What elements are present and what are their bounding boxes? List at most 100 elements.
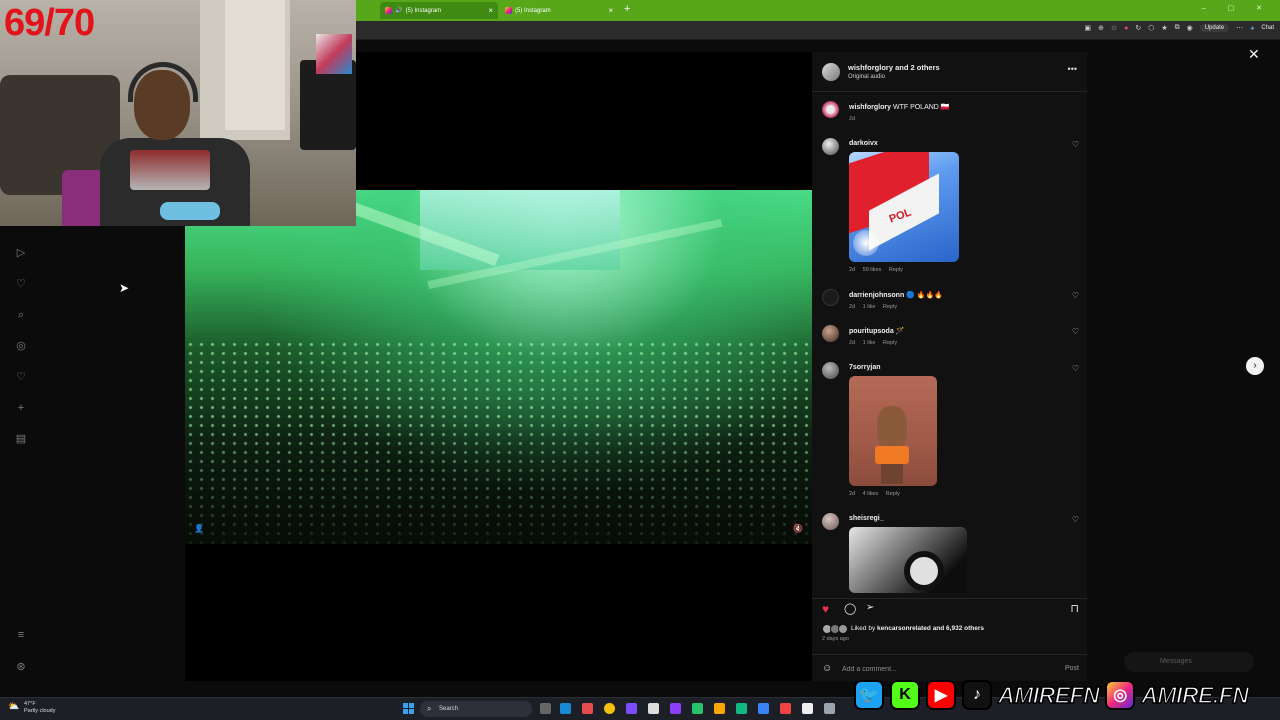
app-icon[interactable]: [780, 703, 791, 714]
browser-toolbar: ▣ ⊕ ☆ ● ↻ ⬡ ★ ⧉ ◉ Update ⋯ ◕ Chat: [356, 21, 1280, 40]
collections-icon[interactable]: ⧉: [1175, 24, 1180, 32]
comment-image-dancing-kid[interactable]: [849, 376, 937, 486]
copilot-icon[interactable]: ◕: [1250, 25, 1254, 32]
comment-like-heart-icon[interactable]: ♡: [1072, 515, 1079, 524]
weather-widget[interactable]: ⛅ 47°F Partly cloudy: [8, 701, 56, 715]
author-avatar[interactable]: [822, 63, 840, 81]
comment-item: darkoivx ♡ POL 2d 59 likes Reply: [812, 138, 1087, 278]
more-options-icon[interactable]: •••: [1068, 64, 1077, 74]
like-heart-icon[interactable]: ♥: [822, 602, 829, 616]
new-tab-plus-icon[interactable]: +: [624, 3, 630, 15]
tagged-user-icon[interactable]: 👤: [194, 524, 204, 534]
browser-tab-instagram-2[interactable]: (5) Instagram ×: [500, 2, 618, 19]
profile-icon[interactable]: ◉: [1187, 24, 1193, 32]
comment-bubble-icon[interactable]: ◯: [844, 602, 856, 615]
reply-link[interactable]: Reply: [889, 267, 903, 273]
dashboard-icon[interactable]: ▤: [14, 432, 28, 446]
emoji-smiley-icon[interactable]: ☺: [822, 663, 832, 674]
search-icon: ⌕: [427, 704, 432, 713]
comment-likes[interactable]: 4 likes: [863, 491, 879, 497]
explore-compass-icon[interactable]: ◎: [14, 339, 28, 353]
app-icon[interactable]: [802, 703, 813, 714]
comment-likes[interactable]: 1 like: [863, 304, 876, 310]
caption-avatar[interactable]: [822, 101, 839, 118]
commenter-avatar[interactable]: [822, 325, 839, 342]
search-icon[interactable]: ⌕: [14, 308, 28, 322]
notifications-icon[interactable]: ♡: [14, 277, 28, 291]
mute-icon[interactable]: 🔇: [793, 524, 803, 534]
commenter-avatar[interactable]: [822, 513, 839, 530]
tab-close-icon[interactable]: ×: [488, 6, 493, 15]
commenter-avatar[interactable]: [822, 289, 839, 306]
tab-close-icon[interactable]: ×: [608, 6, 613, 15]
threads-icon[interactable]: ⊛: [14, 660, 28, 674]
comment-username[interactable]: darrienjohnsonn: [849, 292, 904, 299]
post-comment-button[interactable]: Post: [1065, 665, 1079, 672]
liked-by-avatars[interactable]: [822, 624, 850, 634]
update-button[interactable]: Update: [1199, 24, 1230, 32]
comment-likes[interactable]: 1 like: [863, 340, 876, 346]
crowd-shadow: [185, 420, 812, 544]
app-icon[interactable]: [692, 703, 703, 714]
post-video[interactable]: 👤 🔇: [185, 190, 812, 544]
comment-username[interactable]: darkoivx: [849, 140, 878, 147]
reply-link[interactable]: Reply: [886, 491, 900, 497]
browser-tab-instagram-1[interactable]: 🔊 (5) Instagram ×: [380, 2, 498, 19]
app-icon[interactable]: ▣: [1084, 24, 1091, 32]
caption-username[interactable]: wishforglory: [849, 104, 891, 111]
share-paper-plane-icon[interactable]: ➢: [866, 602, 874, 613]
app-icon[interactable]: [758, 703, 769, 714]
reels-icon[interactable]: ▷: [14, 246, 28, 260]
liked-by-others[interactable]: and 6,932 others: [933, 625, 984, 632]
liked-by-user[interactable]: kencarsonrelated: [877, 625, 931, 632]
discord-icon[interactable]: [626, 703, 637, 714]
app-icon[interactable]: [736, 703, 747, 714]
commenter-avatar[interactable]: [822, 362, 839, 379]
chrome-icon[interactable]: [604, 703, 615, 714]
task-view-icon[interactable]: [540, 703, 551, 714]
save-bookmark-icon[interactable]: ⊓: [1070, 602, 1079, 615]
comment-like-heart-icon[interactable]: ♡: [1072, 291, 1079, 300]
post-author-line[interactable]: wishforglory and 2 others: [848, 63, 940, 72]
app-icon[interactable]: [714, 703, 725, 714]
comment-image-poland-flag[interactable]: POL: [849, 152, 959, 262]
comment-input[interactable]: [842, 662, 1042, 676]
refresh-extension-icon[interactable]: ↻: [1135, 24, 1141, 32]
favorites-icon[interactable]: ★: [1161, 24, 1167, 32]
extensions-puzzle-icon[interactable]: ⬡: [1148, 24, 1154, 32]
settings-gear-icon[interactable]: [824, 703, 835, 714]
comment-like-heart-icon[interactable]: ♡: [1072, 364, 1079, 373]
window-controls[interactable]: – ▢ ✕: [1202, 4, 1272, 12]
chat-button[interactable]: Chat: [1261, 25, 1274, 31]
comment-username[interactable]: sheisregi_: [849, 515, 884, 522]
liked-by-text: Liked by kencarsonrelated and 6,932 othe…: [851, 625, 984, 632]
messages-button[interactable]: Messages: [1124, 652, 1254, 672]
comment-username[interactable]: 7sorryjan: [849, 364, 881, 371]
comment-username[interactable]: pouritupsoda: [849, 328, 894, 335]
app-icon[interactable]: [648, 703, 659, 714]
taskbar-search[interactable]: ⌕ Search: [420, 701, 532, 717]
comment-image-bw-photo[interactable]: [849, 527, 967, 593]
extension-icon[interactable]: ●: [1124, 25, 1128, 32]
partly-cloudy-icon: ⛅: [8, 701, 20, 711]
more-menu-icon[interactable]: ⋯: [1236, 24, 1243, 32]
reply-link[interactable]: Reply: [883, 340, 897, 346]
commenter-avatar[interactable]: [822, 138, 839, 155]
edge-icon[interactable]: [560, 703, 571, 714]
twitch-icon[interactable]: [670, 703, 681, 714]
activity-heart-icon[interactable]: ♡: [14, 370, 28, 384]
audio-link[interactable]: Original audio: [848, 74, 885, 80]
comment-like-heart-icon[interactable]: ♡: [1072, 327, 1079, 336]
favorite-star-icon[interactable]: ☆: [1111, 24, 1117, 32]
app-icon[interactable]: [582, 703, 593, 714]
zoom-icon[interactable]: ⊕: [1098, 24, 1104, 32]
comment-like-heart-icon[interactable]: ♡: [1072, 140, 1079, 149]
comment-likes[interactable]: 59 likes: [863, 267, 882, 273]
menu-hamburger-icon[interactable]: ≡: [14, 628, 28, 642]
next-post-chevron-right-icon[interactable]: ›: [1246, 357, 1264, 375]
reply-link[interactable]: Reply: [883, 304, 897, 310]
windows-start-icon[interactable]: [403, 703, 414, 714]
close-icon[interactable]: ✕: [1248, 46, 1260, 63]
tab-label: (5) Instagram: [405, 7, 442, 14]
create-plus-icon[interactable]: +: [14, 401, 28, 415]
